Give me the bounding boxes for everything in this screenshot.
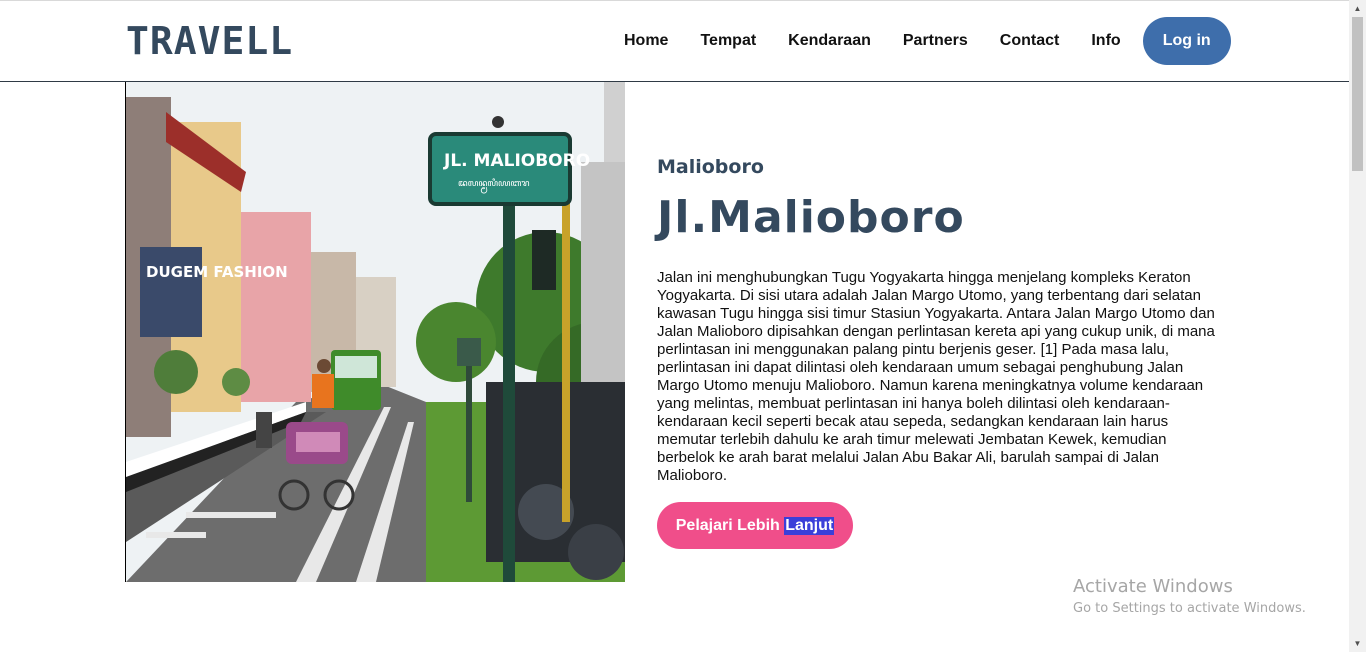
hero-content: Malioboro Jl.Malioboro Jalan ini menghub…	[657, 150, 1227, 549]
hero-description: Jalan ini menghubungkan Tugu Yogyakarta …	[657, 269, 1215, 484]
main-nav: Home Tempat Kendaraan Partners Contact I…	[608, 17, 1231, 65]
learn-more-button[interactable]: Pelajari Lebih Lanjut	[657, 502, 853, 549]
learn-more-selected-text: Lanjut	[784, 516, 835, 535]
nav-info[interactable]: Info	[1075, 17, 1136, 65]
hero-subtitle: Malioboro	[657, 156, 764, 178]
nav-partners[interactable]: Partners	[887, 17, 984, 65]
watermark-title: Activate Windows	[1073, 576, 1233, 597]
scroll-down-arrow-icon[interactable]: ▼	[1349, 635, 1366, 652]
learn-more-label: Pelajari Lebih	[675, 516, 785, 534]
street-sign-text: JL. MALIOBORO	[443, 151, 590, 171]
nav-tempat[interactable]: Tempat	[684, 17, 772, 65]
scroll-up-arrow-icon[interactable]: ▲	[1349, 0, 1366, 17]
site-logo[interactable]: TRAVELL	[126, 19, 293, 63]
navbar: TRAVELL Home Tempat Kendaraan Partners C…	[0, 0, 1349, 82]
nav-kendaraan[interactable]: Kendaraan	[772, 17, 887, 65]
page-scrollbar[interactable]: ▲ ▼	[1349, 0, 1366, 652]
scroll-thumb[interactable]	[1352, 17, 1363, 171]
shop-sign-text: DUGEM FASHION	[146, 263, 288, 281]
nav-contact[interactable]: Contact	[984, 17, 1076, 65]
windows-activation-watermark: Activate Windows Go to Settings to activ…	[1073, 576, 1306, 616]
watermark-subtitle: Go to Settings to activate Windows.	[1073, 601, 1306, 616]
nav-home[interactable]: Home	[608, 17, 684, 65]
malioboro-photo: DUGEM FASHION JL. MALIOBORO ꦢꦭꦤ꧀ꦩꦭꦶꦪꦧꦫ	[125, 82, 625, 582]
login-button[interactable]: Log in	[1142, 17, 1231, 65]
hero-title: Jl.Malioboro	[657, 192, 965, 243]
street-scene-image: DUGEM FASHION JL. MALIOBORO ꦢꦭꦤ꧀ꦩꦭꦶꦪꦧꦫ	[126, 82, 625, 582]
